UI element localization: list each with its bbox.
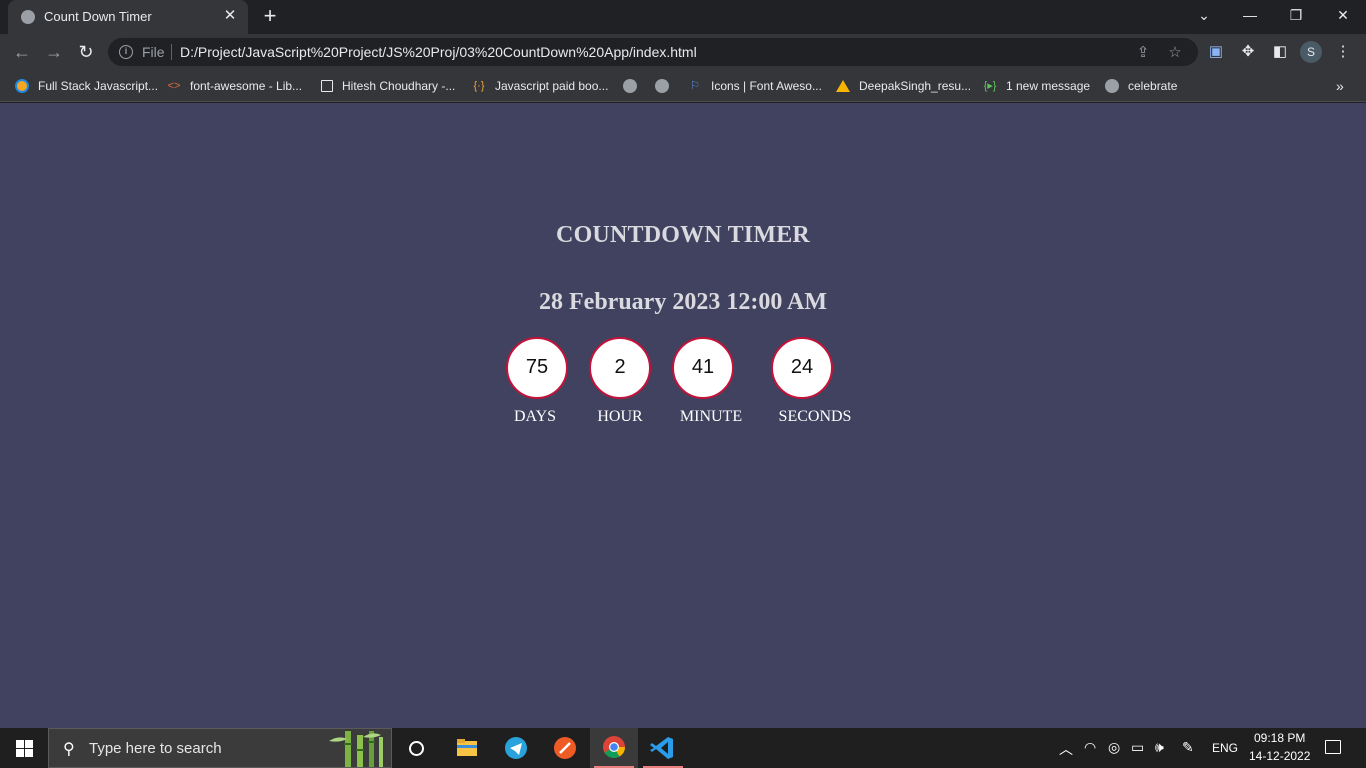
browser-tab[interactable]: Count Down Timer ✕ <box>8 0 248 34</box>
menu-kebab-icon[interactable]: ⋮ <box>1333 42 1353 62</box>
restore-button[interactable]: ❐ <box>1273 0 1319 30</box>
battery-icon[interactable]: ▭ <box>1131 739 1144 756</box>
language-indicator[interactable]: ENG <box>1212 741 1238 755</box>
camera-icon[interactable]: ◎ <box>1108 739 1120 756</box>
minutes-counter: 41 <box>672 337 734 399</box>
minimize-button[interactable]: — <box>1227 0 1273 30</box>
browser-titlebar: Count Down Timer ✕ + ⌄ — ❐ ✕ <box>0 0 1366 34</box>
days-counter: 75 <box>506 337 568 399</box>
bookmark-label: Javascript paid boo... <box>495 79 609 93</box>
address-divider <box>171 44 172 60</box>
search-icon: ⚲ <box>63 741 75 758</box>
orange-circle-icon <box>15 79 29 93</box>
tab-title: Count Down Timer <box>44 9 152 24</box>
bookmark-label: DeepakSingh_resu... <box>859 79 972 93</box>
windows-taskbar: ⚲ Type here to search ︿ ◠ ◎ ▭ 🕪 ✎ ENG 09… <box>0 728 1366 768</box>
bookmarks-bar: Full Stack Javascript... <> font-awesome… <box>0 70 1366 102</box>
side-panel-icon[interactable]: ◧ <box>1270 42 1290 62</box>
tab-search-icon[interactable]: ⌄ <box>1181 0 1227 30</box>
vscode-icon <box>650 737 673 759</box>
bamboo-illustration-icon <box>329 731 383 767</box>
vscode-app[interactable] <box>639 728 687 768</box>
share-icon[interactable]: ⇪ <box>1134 43 1152 61</box>
bookmark-label: Icons | Font Aweso... <box>711 79 822 93</box>
bookmark-label: celebrate <box>1128 79 1178 93</box>
braces-icon: {·} <box>473 80 485 92</box>
folder-icon <box>457 739 477 756</box>
globe-icon <box>21 10 35 24</box>
flag-icon: ⚐ <box>690 80 700 92</box>
clock-time[interactable]: 09:18 PM <box>1254 731 1305 745</box>
bookmark-label: 1 new message <box>1006 79 1091 93</box>
pen-icon[interactable]: ✎ <box>1182 739 1194 756</box>
postman-app[interactable] <box>541 728 589 768</box>
telegram-app[interactable] <box>492 728 540 768</box>
bookmark-item[interactable]: {·} Javascript paid boo... <box>472 76 608 96</box>
globe-icon <box>655 79 669 93</box>
volume-icon[interactable]: 🕪 <box>1155 739 1164 756</box>
bookmark-star-icon[interactable]: ☆ <box>1166 43 1184 61</box>
more-bookmarks-chevron-icon[interactable]: » <box>1336 76 1344 96</box>
wifi-icon[interactable]: ◠ <box>1084 739 1096 756</box>
bookmark-item[interactable] <box>623 76 646 96</box>
scheme-label: File <box>142 44 165 60</box>
hours-counter: 2 <box>589 337 651 399</box>
cortana-icon[interactable] <box>409 741 424 756</box>
google-drive-icon <box>836 80 850 92</box>
bookmark-item[interactable]: Hitesh Choudhary -... <box>321 76 455 96</box>
windows-start-icon[interactable] <box>16 740 33 757</box>
telegram-icon <box>505 737 527 759</box>
seconds-label: SECONDS <box>778 408 852 425</box>
browser-toolbar: ← → ↻ i File D:/Project/JavaScript%20Pro… <box>0 34 1366 70</box>
close-window-button[interactable]: ✕ <box>1320 0 1366 30</box>
address-bar[interactable]: i File D:/Project/JavaScript%20Project/J… <box>108 38 1198 66</box>
bookmark-label: font-awesome - Lib... <box>190 79 303 93</box>
search-placeholder: Type here to search <box>89 740 222 757</box>
globe-icon <box>623 79 637 93</box>
bookmark-item[interactable]: {▸} 1 new message <box>983 76 1090 96</box>
url-text[interactable]: D:/Project/JavaScript%20Project/JS%20Pro… <box>180 44 697 60</box>
clock-date[interactable]: 14-12-2022 <box>1249 749 1310 763</box>
hours-label: HOUR <box>597 408 643 425</box>
code-brackets-icon: <> <box>167 80 181 92</box>
chrome-icon <box>603 736 625 758</box>
extension-screen-icon[interactable]: ▣ <box>1206 42 1226 62</box>
square-outline-icon <box>321 80 333 92</box>
bookmark-item[interactable]: <> font-awesome - Lib... <box>167 76 303 96</box>
bookmark-item[interactable]: DeepakSingh_resu... <box>836 76 971 96</box>
bookmark-item[interactable]: Full Stack Javascript... <box>15 76 158 96</box>
reload-button[interactable]: ↻ <box>74 40 98 64</box>
globe-icon <box>1105 79 1119 93</box>
forward-button[interactable]: → <box>42 40 66 64</box>
close-tab-icon[interactable]: ✕ <box>220 6 240 26</box>
notification-center-icon[interactable] <box>1325 740 1341 754</box>
chrome-app[interactable] <box>590 728 638 768</box>
extensions-puzzle-icon[interactable]: ✥ <box>1238 42 1258 62</box>
info-icon[interactable]: i <box>119 45 133 59</box>
bookmark-item[interactable]: ⚐ Icons | Font Aweso... <box>688 76 822 96</box>
file-explorer-app[interactable] <box>443 728 491 768</box>
bookmark-label: Full Stack Javascript... <box>38 79 159 93</box>
seconds-counter: 24 <box>771 337 833 399</box>
bookmark-item[interactable] <box>655 76 678 96</box>
postman-icon <box>554 737 576 759</box>
bookmark-label: Hitesh Choudhary -... <box>342 79 456 93</box>
new-tab-button[interactable]: + <box>258 4 282 28</box>
page-title: COUNTDOWN TIMER <box>556 222 810 248</box>
page-viewport: COUNTDOWN TIMER 28 February 2023 12:00 A… <box>0 103 1366 728</box>
profile-avatar[interactable]: S <box>1300 41 1322 63</box>
back-button[interactable]: ← <box>10 40 34 64</box>
show-hidden-icons-icon[interactable]: ︿ <box>1059 739 1073 759</box>
bookmark-item[interactable]: celebrate <box>1105 76 1177 96</box>
minutes-label: MINUTE <box>679 408 743 425</box>
target-date: 28 February 2023 12:00 AM <box>539 289 827 315</box>
taskbar-search-box[interactable]: ⚲ Type here to search <box>48 728 392 768</box>
message-icon: {▸} <box>983 80 997 92</box>
